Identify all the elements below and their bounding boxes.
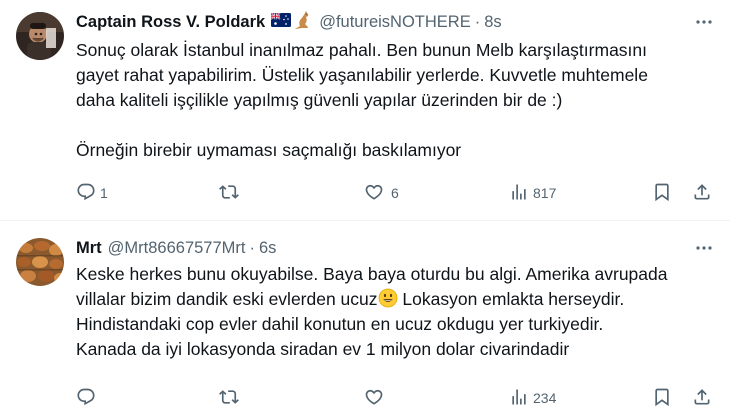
avatar[interactable] (16, 12, 64, 60)
tweet-text: Sonuç olarak İstanbul inanılmaz pahalı. … (76, 38, 716, 163)
retweet-icon (219, 182, 239, 205)
views-icon (509, 387, 529, 410)
tweet-header: Captain Ross V. Poldark @futureisNOTHERE (76, 10, 502, 35)
tweet-text-line: Kanada da iyi lokasyonda siradan ev 1 mi… (76, 339, 570, 359)
display-name[interactable]: Captain Ross V. Poldark (76, 13, 265, 32)
tweet-text-line: villalar bizim dandik eski evlerden ucuz… (76, 287, 716, 312)
more-icon[interactable] (692, 236, 716, 260)
views-icon (509, 182, 529, 205)
action-bar: 1 6 817 (0, 181, 730, 205)
tweet[interactable]: Captain Ross V. Poldark @futureisNOTHERE (0, 0, 730, 220)
timestamp[interactable]: 6s (259, 239, 276, 258)
avatar[interactable] (16, 238, 64, 286)
share-icon (692, 387, 712, 410)
reply-button[interactable] (76, 386, 100, 410)
tweet-text-line: Keske herkes bunu okuyabilse. Baya baya … (76, 264, 668, 284)
bookmark-button[interactable] (652, 386, 672, 410)
bookmark-icon (652, 182, 672, 205)
tweet-text-line: daha kaliteli işçilikle yapılmış güvenli… (76, 90, 563, 110)
like-button[interactable] (364, 386, 388, 410)
tweet-text-line: gayet rahat yapabilirim. Üstelik yaşanıl… (76, 65, 648, 85)
kangaroo-icon (293, 10, 313, 35)
tweet-header: Mrt @Mrt86667577Mrt · 6s (76, 237, 276, 259)
like-button[interactable]: 6 (364, 181, 399, 205)
like-icon (364, 387, 384, 410)
handle[interactable]: @Mrt86667577Mrt (108, 239, 246, 258)
tweet-text-line: Hindistandaki cop evler dahil konutun en… (76, 314, 604, 334)
reply-icon (76, 182, 96, 205)
display-name[interactable]: Mrt (76, 239, 102, 258)
reply-count: 1 (100, 185, 108, 201)
reply-icon (76, 387, 96, 410)
smiling-face-emoji (378, 288, 398, 308)
reply-button[interactable]: 1 (76, 181, 108, 205)
share-button[interactable] (692, 386, 712, 410)
share-button[interactable] (692, 181, 712, 205)
more-icon[interactable] (692, 10, 716, 34)
bookmark-icon (652, 387, 672, 410)
views-button[interactable]: 234 (509, 386, 556, 410)
views-count: 234 (533, 390, 557, 406)
australia-flag-icon (270, 11, 292, 32)
tweet-text-line: Örneğin birebir uymaması saçmalığı baskı… (76, 140, 462, 160)
handle[interactable]: @futureisNOTHERE (319, 13, 471, 32)
retweet-button[interactable] (219, 181, 243, 205)
timestamp[interactable]: 8s (484, 13, 501, 32)
tweet-text-segment: villalar bizim dandik eski evlerden ucuz (76, 289, 378, 309)
retweet-icon (219, 387, 239, 410)
like-icon (364, 182, 384, 205)
retweet-button[interactable] (219, 386, 243, 410)
like-count: 6 (391, 185, 399, 201)
tweet-text-line: Sonuç olarak İstanbul inanılmaz pahalı. … (76, 40, 648, 60)
action-bar: 234 (0, 386, 730, 410)
tweet-text-segment: Lokasyon emlakta herseydir. (397, 289, 625, 309)
separator: · (249, 238, 255, 257)
views-count: 817 (533, 185, 557, 201)
tweet-text: Keske herkes bunu okuyabilse. Baya baya … (76, 262, 716, 362)
views-button[interactable]: 817 (509, 181, 556, 205)
share-icon (692, 182, 712, 205)
bookmark-button[interactable] (652, 181, 672, 205)
separator: · (474, 12, 481, 31)
